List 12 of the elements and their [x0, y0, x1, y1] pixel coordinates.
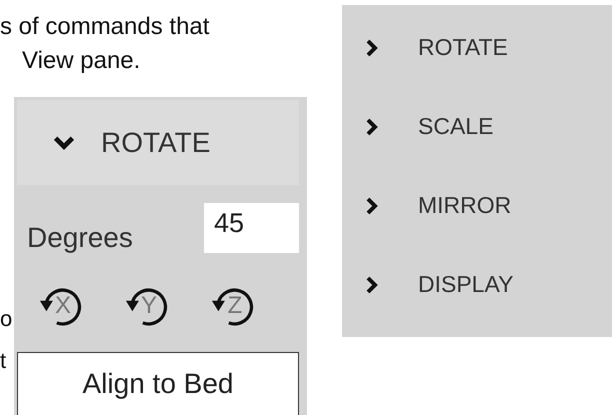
- section-header[interactable]: DISPLAY: [342, 258, 612, 337]
- field-label: Degrees: [27, 222, 133, 254]
- body-text: s of commands that: [0, 12, 210, 42]
- align-button[interactable]: Align to Bed: [17, 352, 299, 415]
- section-header[interactable]: SCALE: [342, 100, 612, 179]
- body-text: View pane.: [21, 46, 142, 76]
- body-text: o: [0, 307, 12, 331]
- section-header[interactable]: ROTATE: [342, 21, 612, 100]
- degrees-input[interactable]: 45: [204, 203, 299, 253]
- body-text: t: [0, 349, 6, 373]
- section-header[interactable]: MIRROR: [342, 179, 612, 258]
- section-header[interactable]: ROTATE: [17, 100, 299, 185]
